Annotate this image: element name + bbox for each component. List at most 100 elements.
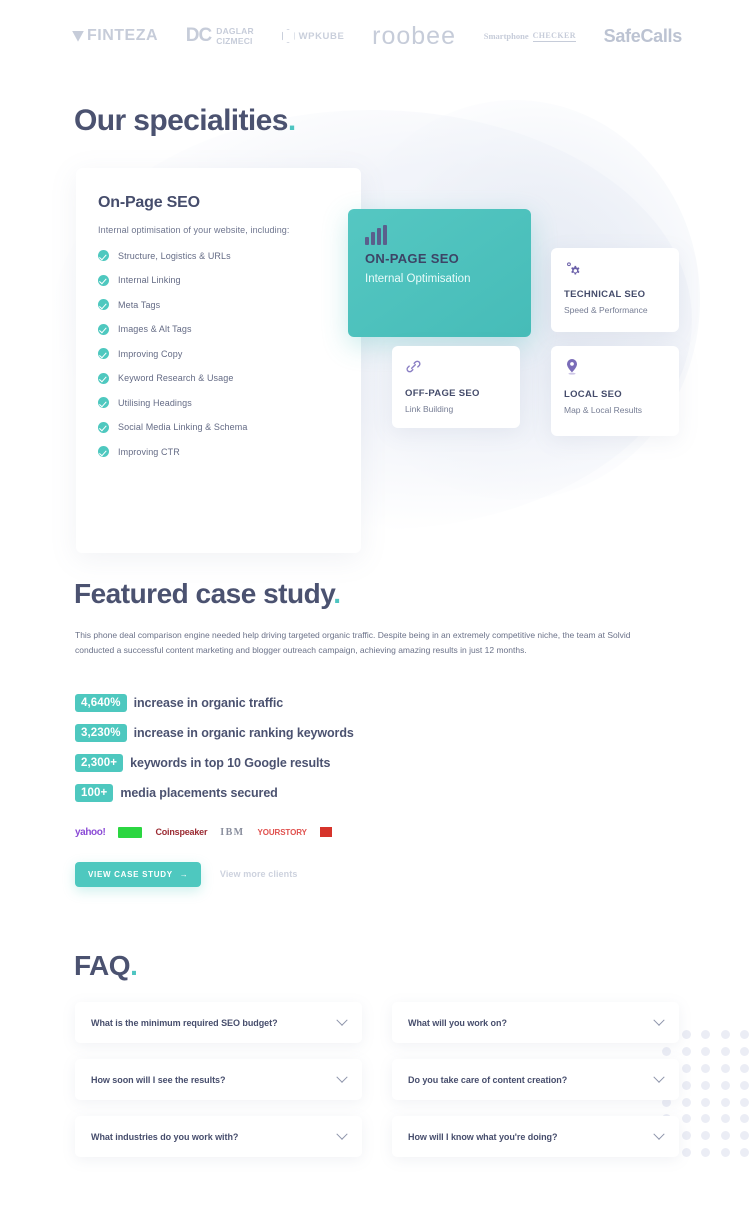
logo-wpkube-text: WPKUBE	[298, 30, 345, 42]
tile-on-page-seo[interactable]: ON-PAGE SEO Internal Optimisation	[348, 209, 531, 337]
tile-technical-seo[interactable]: TECHNICAL SEO Speed & Performance	[551, 248, 679, 332]
status-badge: 3,230%	[75, 724, 127, 742]
faq-item[interactable]: How soon will I see the results?	[75, 1059, 362, 1100]
faq-question: What industries do you work with?	[91, 1131, 239, 1142]
faq-question: How soon will I see the results?	[91, 1074, 226, 1085]
chevron-down-icon[interactable]	[336, 1014, 348, 1026]
tile-local-seo[interactable]: LOCAL SEO Map & Local Results	[551, 346, 679, 436]
logo-daglar-cizmeci: DC DAGLAR CIZMECI	[186, 25, 254, 47]
bar-chart-icon	[365, 225, 514, 245]
client-logo-coinspeaker: Coinspeaker	[155, 827, 208, 837]
client-logo-yourstory: YOURSTORY	[257, 827, 307, 837]
faq-item[interactable]: Do you take care of content creation?	[392, 1059, 679, 1100]
spc-line2: CHECKER	[532, 30, 576, 42]
tile-local-seo-title: LOCAL SEO	[564, 389, 622, 400]
daglar-mark-icon: DC	[185, 25, 212, 46]
check-icon	[98, 372, 109, 384]
logo-wpkube: WPKUBE	[281, 29, 345, 43]
tile-off-page-seo[interactable]: OFF-PAGE SEO Link Building	[392, 346, 520, 428]
map-pin-icon	[564, 358, 666, 381]
stat-row: 3,230% increase in organic ranking keywor…	[75, 724, 354, 742]
list-item-label: Internal Linking	[118, 275, 181, 285]
stat-row: 100+ media placements secured	[75, 784, 354, 802]
page-root: FINTEZA DC DAGLAR CIZMECI WPKUBE roobee …	[0, 0, 754, 1205]
chevron-down-icon[interactable]	[336, 1071, 348, 1083]
logo-daglar-text: DAGLAR CIZMECI	[216, 26, 254, 46]
on-page-seo-panel-title: On-Page SEO	[98, 194, 200, 211]
check-icon	[98, 299, 109, 310]
view-case-study-label: VIEW CASE STUDY	[88, 870, 173, 879]
client-logo-ibm: IBM	[220, 826, 245, 838]
client-logo-yahoo: yahoo!	[75, 826, 106, 838]
stat-row: 2,300+ keywords in top 10 Google results	[75, 754, 354, 772]
arrow-right-icon: →	[179, 870, 189, 879]
list-item: Meta Tags	[98, 299, 339, 310]
specialties-section: Our specialities. On-Page SEO Internal o…	[0, 80, 754, 553]
case-study-heading-dot: .	[333, 578, 341, 609]
faq-item[interactable]: What industries do you work with?	[75, 1116, 362, 1157]
stat-label: media placements secured	[120, 786, 278, 800]
on-page-seo-panel-subtitle: Internal optimisation of your website, i…	[98, 225, 290, 235]
list-item-label: Keyword Research & Usage	[118, 373, 234, 383]
tile-local-seo-desc: Map & Local Results	[564, 405, 642, 415]
stat-label: increase in organic ranking keywords	[133, 726, 354, 740]
chevron-down-icon[interactable]	[653, 1128, 665, 1140]
chevron-down-icon[interactable]	[653, 1014, 665, 1026]
chevron-down-icon[interactable]	[336, 1128, 348, 1140]
faq-heading-dot: .	[130, 950, 138, 981]
spc-line1: Smartphone	[483, 31, 529, 41]
status-badge: 100+	[75, 784, 114, 802]
faq-question: What is the minimum required SEO budget?	[91, 1017, 278, 1028]
case-study-actions: VIEW CASE STUDY → View more clients	[75, 862, 297, 887]
tile-off-page-seo-title: OFF-PAGE SEO	[405, 388, 480, 399]
list-item: Improving CTR	[98, 446, 339, 457]
faq-question: Do you take care of content creation?	[408, 1074, 568, 1085]
client-logo-red	[319, 827, 332, 837]
tile-on-page-seo-title: ON-PAGE SEO	[365, 251, 460, 266]
status-badge: 2,300+	[75, 754, 124, 772]
check-icon	[98, 348, 109, 359]
chevron-down-icon[interactable]	[653, 1071, 665, 1083]
on-page-seo-checklist: Structure, Logistics & URLs Internal Lin…	[98, 250, 339, 457]
tile-on-page-seo-desc: Internal Optimisation	[365, 273, 471, 285]
finteza-mark-icon	[72, 30, 84, 42]
gear-icon	[564, 260, 666, 282]
list-item-label: Images & Alt Tags	[118, 324, 192, 334]
case-study-heading: Featured case study.	[74, 578, 341, 610]
specialties-heading: Our specialities.	[74, 104, 296, 138]
logo-safecalls: SafeCalls	[603, 25, 683, 46]
faq-item[interactable]: What will you work on?	[392, 1002, 679, 1043]
on-page-seo-panel: On-Page SEO Internal optimisation of you…	[76, 168, 361, 553]
list-item: Improving Copy	[98, 348, 339, 359]
daglar-line2: CIZMECI	[216, 36, 253, 46]
check-icon	[98, 250, 109, 261]
logo-roobee: roobee	[372, 21, 456, 50]
view-case-study-button[interactable]: VIEW CASE STUDY →	[75, 862, 202, 887]
check-icon	[98, 397, 109, 408]
stat-label: increase in organic traffic	[133, 696, 284, 710]
link-icon	[405, 358, 507, 380]
logo-finteza: FINTEZA	[72, 27, 158, 45]
specialties-heading-text: Our specialities	[74, 104, 288, 137]
list-item: Keyword Research & Usage	[98, 372, 339, 384]
status-badge: 4,640%	[75, 694, 127, 712]
list-item-label: Utilising Headings	[118, 397, 192, 408]
list-item: Social Media Linking & Schema	[98, 421, 339, 433]
faq-item[interactable]: How will I know what you're doing?	[392, 1116, 679, 1157]
stat-row: 4,640% increase in organic traffic	[75, 694, 354, 712]
faq-heading-text: FAQ	[74, 950, 131, 981]
stat-label: keywords in top 10 Google results	[130, 756, 331, 770]
faq-question: What will you work on?	[408, 1017, 507, 1028]
daglar-line1: DAGLAR	[216, 26, 254, 36]
tile-technical-seo-title: TECHNICAL SEO	[564, 289, 646, 300]
faq-question: How will I know what you're doing?	[408, 1131, 558, 1142]
faq-item[interactable]: What is the minimum required SEO budget?	[75, 1002, 362, 1043]
view-more-clients-button[interactable]: View more clients	[220, 869, 298, 879]
check-icon	[98, 274, 109, 286]
case-study-stats: 4,640% increase in organic traffic 3,230%…	[75, 694, 354, 814]
specialties-heading-dot: .	[287, 104, 296, 137]
list-item-label: Structure, Logistics & URLs	[118, 250, 231, 261]
faq-list: What is the minimum required SEO budget?…	[75, 1002, 679, 1157]
list-item-label: Meta Tags	[118, 299, 161, 310]
client-logo-green	[118, 826, 143, 838]
